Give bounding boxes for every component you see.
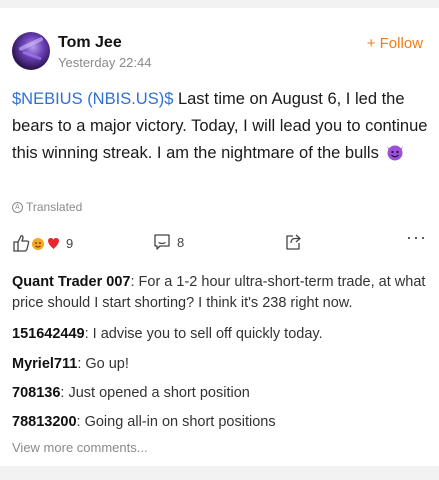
- comment-text: : Going all-in on short positions: [76, 414, 276, 430]
- like-count: 9: [66, 235, 74, 251]
- comment-item[interactable]: 708136: Just opened a short position: [12, 383, 250, 404]
- translated-indicator: A Translated: [12, 200, 82, 214]
- comment-text: : I advise you to sell off quickly today…: [84, 326, 323, 342]
- comment-item[interactable]: 151642449: I advise you to sell off quic…: [12, 324, 323, 345]
- view-more-comments-link[interactable]: View more comments...: [12, 440, 148, 455]
- post-timestamp: Yesterday 22:44: [58, 55, 152, 70]
- post-card: Tom Jee Yesterday 22:44 + Follow $NEBIUS…: [0, 8, 439, 466]
- comment-item[interactable]: 78813200: Going all-in on short position…: [12, 412, 276, 433]
- comment-icon: [154, 234, 170, 250]
- thumbs-up-icon: [13, 235, 59, 252]
- avatar[interactable]: [12, 32, 50, 70]
- share-icon: [286, 234, 301, 250]
- bottom-separator: [0, 466, 439, 480]
- translated-label: Translated: [26, 200, 83, 214]
- comment-text: : Go up!: [77, 356, 129, 372]
- comment-author[interactable]: Quant Trader 007: [12, 274, 130, 290]
- like-button[interactable]: 9: [12, 233, 73, 253]
- more-options-icon[interactable]: ···: [406, 227, 427, 248]
- action-bar: 9 8 ···: [0, 227, 439, 255]
- comment-count: 8: [177, 234, 185, 250]
- translate-icon: A: [12, 201, 23, 213]
- author-name[interactable]: Tom Jee: [58, 34, 122, 52]
- post-content: $NEBIUS (NBIS.US)$ Last time on August 6…: [12, 86, 430, 167]
- comment-author[interactable]: 78813200: [12, 414, 77, 430]
- comment-author[interactable]: 151642449: [12, 326, 85, 342]
- comment-item[interactable]: Quant Trader 007: For a 1-2 hour ultra-s…: [12, 272, 430, 314]
- comment-author[interactable]: 708136: [12, 385, 60, 401]
- ticker-link[interactable]: $NEBIUS (NBIS.US)$: [12, 90, 173, 108]
- comment-item[interactable]: Myriel711: Go up!: [12, 354, 129, 375]
- share-button[interactable]: [284, 233, 302, 251]
- comment-button[interactable]: 8: [153, 233, 184, 251]
- follow-button[interactable]: + Follow: [367, 35, 423, 52]
- top-separator: [0, 0, 439, 8]
- smiling-devil-icon: [387, 145, 404, 161]
- comment-text: : Just opened a short position: [60, 385, 250, 401]
- comment-author[interactable]: Myriel711: [12, 356, 77, 372]
